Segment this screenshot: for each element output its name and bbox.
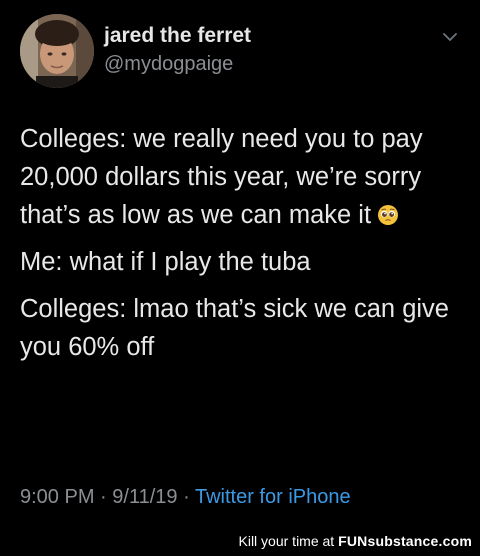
watermark-brand: FUNsubstance.com [338, 533, 472, 549]
tweet-card: jared the ferret @mydogpaige Colleges: w… [0, 0, 480, 530]
tweet-text: Colleges: we really need you to pay 20,0… [20, 120, 470, 375]
tweet-paragraph: Me: what if I play the tuba [20, 248, 311, 276]
avatar-photo [20, 14, 94, 88]
tweet-date[interactable]: 9/11/19 [112, 486, 177, 508]
tweet-source-link[interactable]: Twitter for iPhone [195, 486, 351, 508]
pleading-face-emoji [377, 199, 399, 225]
tweet-paragraph-text: Colleges: we really need you to pay 20,0… [20, 125, 423, 229]
meta-separator: · [100, 486, 107, 508]
watermark-prefix: Kill your time at [238, 533, 335, 549]
tweet-meta: 9:00 PM · 9/11/19 · Twitter for iPhone [20, 486, 351, 509]
watermark-bar: Kill your time at FUNsubstance.com [0, 530, 480, 556]
meta-separator: · [183, 486, 190, 508]
user-handle[interactable]: @mydogpaige [104, 53, 233, 76]
watermark: Kill your time at FUNsubstance.com [239, 533, 473, 549]
tweet-time[interactable]: 9:00 PM [20, 486, 94, 508]
tweet-paragraph: Colleges: lmao that’s sick we can give y… [20, 295, 449, 361]
chevron-down-icon[interactable] [442, 30, 458, 42]
tweet-paragraph: Colleges: we really need you to pay 20,0… [20, 120, 470, 234]
display-name[interactable]: jared the ferret [104, 24, 251, 48]
avatar[interactable] [20, 14, 94, 88]
